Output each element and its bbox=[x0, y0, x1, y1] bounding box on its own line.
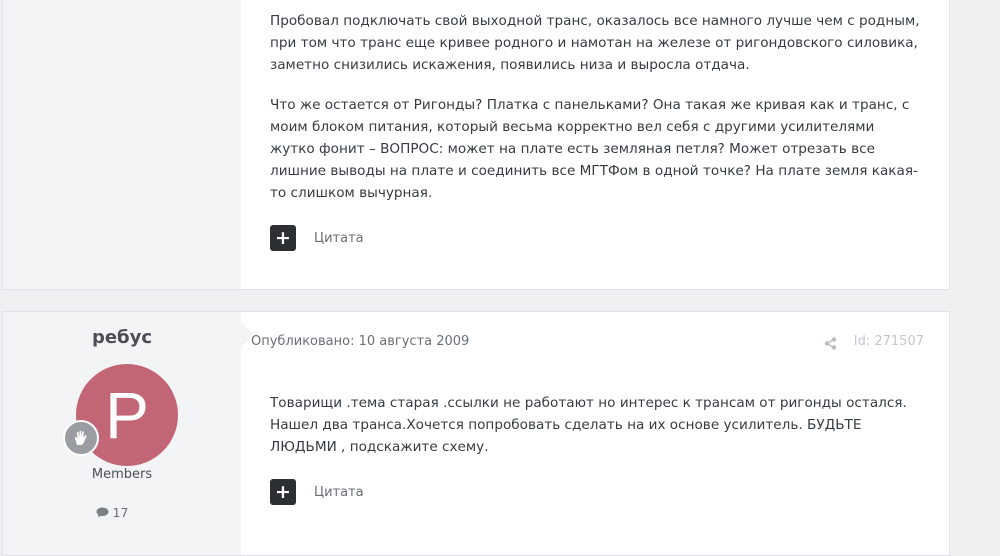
author-panel: ребус P Members 17 bbox=[3, 312, 241, 555]
post-paragraph: Что же остается от Ригонды? Платка с пан… bbox=[270, 97, 918, 201]
post-actions: + Цитата bbox=[270, 225, 364, 251]
post-paragraph: Товарищи .тема старая .ссылки не работаю… bbox=[270, 395, 907, 455]
forum-post: ребус P Members 17 Опубликовано: 10 авгу… bbox=[2, 311, 950, 556]
post-count-value: 17 bbox=[112, 505, 129, 520]
quote-button[interactable]: Цитата bbox=[314, 231, 364, 246]
post-content: Пробовал подключать свой выходной транс,… bbox=[241, 0, 949, 289]
author-panel bbox=[3, 0, 241, 289]
share-icon[interactable] bbox=[824, 335, 837, 354]
post-date[interactable]: Опубликовано: 10 августа 2009 bbox=[251, 334, 469, 349]
waving-hand-icon bbox=[63, 420, 99, 456]
post-paragraph: Пробовал подключать свой выходной транс,… bbox=[270, 13, 920, 73]
quote-button[interactable]: Цитата bbox=[314, 485, 364, 500]
forum-post: Пробовал подключать свой выходной транс,… bbox=[2, 0, 950, 290]
post-id[interactable]: Id: 271507 bbox=[854, 334, 924, 349]
comment-icon bbox=[96, 507, 109, 518]
post-actions: + Цитата bbox=[270, 479, 364, 505]
member-group: Members bbox=[91, 467, 153, 482]
plus-icon: + bbox=[275, 480, 291, 503]
avatar-letter: P bbox=[104, 378, 150, 452]
multiquote-button[interactable]: + bbox=[270, 225, 296, 251]
plus-icon: + bbox=[275, 226, 291, 249]
post-content: Опубликовано: 10 августа 2009 Id: 271507… bbox=[241, 312, 949, 555]
multiquote-button[interactable]: + bbox=[270, 479, 296, 505]
author-name[interactable]: ребус bbox=[3, 327, 241, 348]
post-count: 17 bbox=[3, 505, 221, 520]
